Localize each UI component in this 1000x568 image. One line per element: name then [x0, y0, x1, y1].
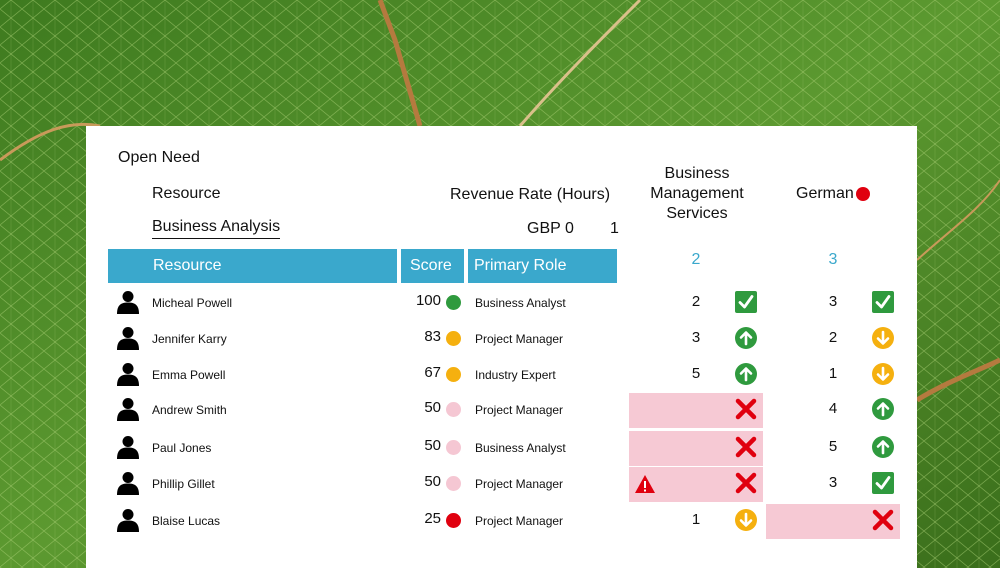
check-icon — [872, 472, 894, 494]
requirement-b-value: 5 — [828, 438, 838, 455]
open-need-panel: Open Need Resource Revenue Rate (Hours) … — [86, 126, 917, 568]
arrow-down-icon — [872, 327, 894, 349]
score-column-header[interactable]: Score — [401, 249, 464, 283]
arrow-down-icon — [872, 363, 894, 385]
user-avatar-icon — [117, 326, 139, 350]
arrow-up-icon — [735, 327, 757, 349]
resource-name[interactable]: Micheal Powell — [152, 296, 232, 310]
score-value: 50 — [424, 473, 441, 490]
resource-name[interactable]: Emma Powell — [152, 368, 225, 382]
requirement-b-value: 3 — [828, 293, 838, 310]
resource-name[interactable]: Andrew Smith — [152, 403, 227, 417]
score-status-dot — [446, 440, 461, 455]
user-avatar-icon — [117, 508, 139, 532]
user-avatar-icon — [117, 471, 139, 495]
score-value: 50 — [424, 399, 441, 416]
open-need-title: Open Need — [118, 149, 200, 166]
requirement-a-value: 5 — [691, 365, 701, 382]
requirement-a-value: 1 — [691, 511, 701, 528]
revenue-rate-count: 1 — [610, 220, 619, 237]
primary-role: Business Analyst — [475, 441, 566, 455]
table-row[interactable]: Micheal Powell 100 Business Analyst 2 3 — [86, 286, 917, 322]
arrow-up-icon — [872, 398, 894, 420]
resource-name[interactable]: Blaise Lucas — [152, 514, 220, 528]
cross-icon — [735, 436, 757, 458]
resource-column-header[interactable]: Resource — [108, 249, 397, 283]
resource-value[interactable]: Business Analysis — [152, 218, 281, 239]
table-row[interactable]: Phillip Gillet 50 Project Manager 3 — [86, 467, 917, 503]
table-row[interactable]: Jennifer Karry 83 Project Manager 3 2 — [86, 322, 917, 358]
resource-name[interactable]: Paul Jones — [152, 441, 211, 455]
table-row[interactable]: Andrew Smith 50 Project Manager 4 — [86, 393, 917, 429]
warning-icon[interactable] — [634, 474, 656, 494]
requirement-b-value: 3 — [828, 474, 838, 491]
requirement-b-count: 3 — [828, 251, 838, 268]
requirement-b-value: 4 — [828, 400, 838, 417]
requirement-a-value: 3 — [691, 329, 701, 346]
score-value: 50 — [424, 437, 441, 454]
score-value: 25 — [424, 510, 441, 527]
requirement-b-status-dot — [855, 187, 870, 201]
user-avatar-icon — [117, 397, 139, 421]
revenue-rate-label: Revenue Rate (Hours) — [450, 186, 611, 203]
requirement-b-label: German — [796, 185, 854, 202]
score-status-dot — [446, 476, 461, 491]
requirement-b-value: 2 — [828, 329, 838, 346]
primary-role: Project Manager — [475, 332, 564, 346]
resource-name[interactable]: Jennifer Karry — [152, 332, 227, 346]
score-status-dot — [446, 513, 461, 528]
score-status-dot — [446, 367, 461, 382]
cross-icon — [872, 509, 894, 531]
table-row[interactable]: Paul Jones 50 Business Analyst 5 — [86, 431, 917, 467]
table-row[interactable]: Emma Powell 67 Industry Expert 5 1 — [86, 358, 917, 394]
cross-icon — [735, 398, 757, 420]
primary-role: Project Manager — [475, 514, 564, 528]
check-icon — [735, 291, 757, 313]
requirement-a-header: Business Management Services — [650, 165, 744, 222]
score-value: 83 — [424, 328, 441, 345]
score-status-dot — [446, 402, 461, 417]
primary-role: Project Manager — [475, 403, 564, 417]
arrow-down-icon — [735, 509, 757, 531]
primary-role: Business Analyst — [475, 296, 566, 310]
primary-role-column-header[interactable]: Primary Role — [468, 249, 617, 283]
table-row[interactable]: Blaise Lucas 25 Project Manager 1 — [86, 504, 917, 540]
score-status-dot — [446, 295, 461, 310]
requirement-b-header: German — [796, 185, 870, 203]
resource-label: Resource — [152, 185, 221, 202]
resource-name[interactable]: Phillip Gillet — [152, 477, 215, 491]
score-value: 100 — [415, 292, 441, 309]
primary-role: Project Manager — [475, 477, 564, 491]
primary-role: Industry Expert — [475, 368, 556, 382]
requirement-a-count: 2 — [691, 251, 701, 268]
requirement-b-value: 1 — [828, 365, 838, 382]
user-avatar-icon — [117, 435, 139, 459]
requirement-a-value: 2 — [691, 293, 701, 310]
score-value: 67 — [424, 364, 441, 381]
arrow-up-icon — [872, 436, 894, 458]
arrow-up-icon — [735, 363, 757, 385]
cross-icon — [735, 472, 757, 494]
check-icon — [872, 291, 894, 313]
revenue-rate-value: GBP 0 — [527, 220, 574, 237]
score-status-dot — [446, 331, 461, 346]
user-avatar-icon — [117, 290, 139, 314]
user-avatar-icon — [117, 362, 139, 386]
